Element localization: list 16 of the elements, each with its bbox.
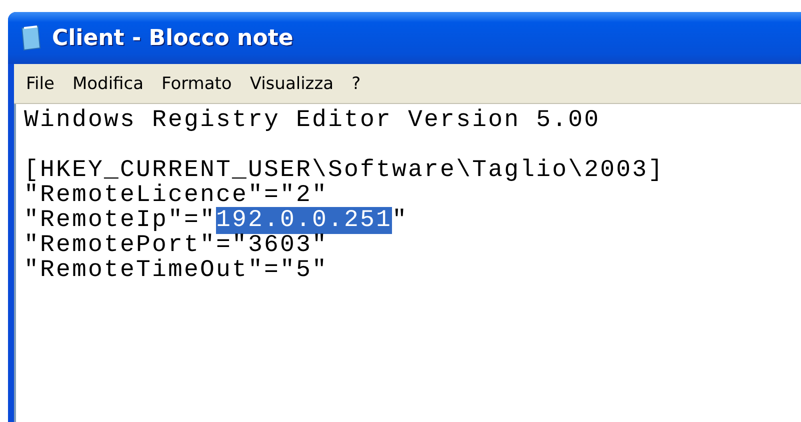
text-span: "RemoteIp"=" [24,207,216,234]
text-line: "RemotePort"="3603" [24,233,330,258]
selected-text: 192.0.0.251 [216,207,392,234]
text-area[interactable]: Windows Registry Editor Version 5.00 [HKEY_CURRENT_USER\Software\Taglio\2003] "RemoteLicence"="2" "RemoteIp"="192.0.0.251" "RemotePort"="3603" "RemoteTimeOut"="5" [14,104,801,422]
menu-item[interactable]: Modifica [66,74,150,94]
window-title: Client - Blocco note [52,26,294,50]
notepad-icon [20,24,42,52]
text-line: Windows Registry Editor Version 5.00 [24,108,602,133]
menu-item[interactable]: ? [346,74,367,94]
text-line: "RemoteTimeOut"="5" [24,258,330,283]
menu-item[interactable]: File [20,74,60,94]
text-span: " [392,207,408,234]
text-line: [HKEY_CURRENT_USER\Software\Taglio\2003] [24,158,666,183]
text-line: "RemoteLicence"="2" [24,183,330,208]
menu-item[interactable]: Visualizza [244,74,340,94]
menu-item[interactable]: Formato [156,74,238,94]
